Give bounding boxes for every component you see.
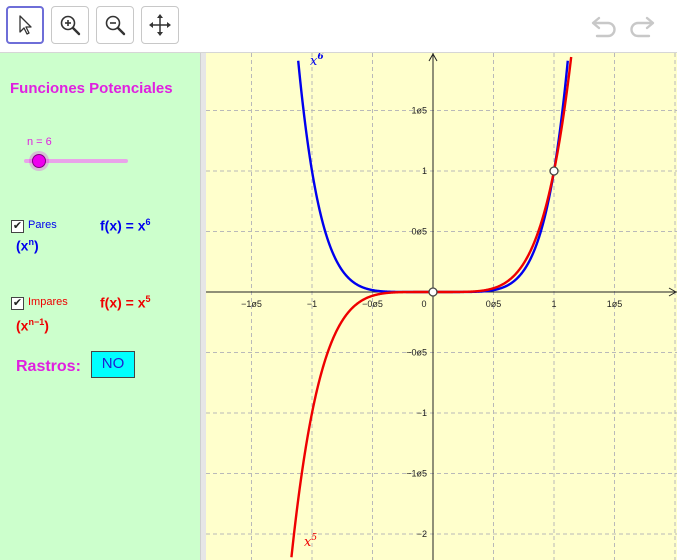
pan-tool-button[interactable]: [141, 6, 179, 44]
x-tick-label: −1ø5: [241, 299, 262, 309]
intersection-point[interactable]: [549, 166, 559, 176]
impares-label: Impares: [28, 296, 68, 308]
x-tick-label: −1: [307, 299, 317, 309]
redo-icon[interactable]: [627, 12, 657, 40]
zoom-out-icon: [105, 15, 126, 36]
cursor-arrow-icon: [19, 15, 32, 35]
x-tick-label: 1: [551, 299, 556, 309]
y-tick-label: 0ø5: [411, 227, 427, 237]
n-slider-thumb[interactable]: [32, 154, 46, 168]
pares-checkbox[interactable]: ✔: [11, 220, 24, 233]
pares-formula: f(x) = x6: [100, 217, 151, 234]
slider-label: n = 6: [27, 136, 52, 148]
y-tick-label: −1: [417, 408, 427, 418]
pares-label: Pares: [28, 219, 57, 231]
zoom-out-tool-button[interactable]: [96, 6, 134, 44]
panel-title: Funciones Potenciales: [10, 80, 173, 97]
rastros-label: Rastros:: [16, 358, 81, 375]
y-tick-label: 1: [422, 166, 427, 176]
toolbar: [0, 0, 677, 53]
impares-formula: f(x) = x5: [100, 294, 151, 311]
y-tick-label: 1ø5: [411, 106, 427, 116]
impares-checkbox[interactable]: ✔: [11, 297, 24, 310]
x-tick-label: 0: [421, 299, 426, 309]
graphics-view[interactable]: −1ø5 −1 −0ø5 0 0ø5 1 1ø5 1ø510ø5−0ø5−1−1ø5−2 x…: [206, 53, 677, 560]
y-tick-label: −1ø5: [406, 469, 427, 479]
y-tick-label: −0ø5: [406, 348, 427, 358]
x-tick-label: 0ø5: [486, 299, 502, 309]
pares-notation: (xn): [16, 237, 39, 254]
move-tool-button[interactable]: [6, 6, 44, 44]
y-tick-label: −2: [417, 529, 427, 539]
zoom-in-icon: [60, 15, 81, 36]
undo-icon[interactable]: [589, 12, 619, 40]
control-panel: Funciones Potenciales n = 6 ✔ Pares (xn)…: [0, 53, 200, 560]
zoom-in-tool-button[interactable]: [51, 6, 89, 44]
impares-notation: (xn−1): [16, 317, 49, 334]
rastros-toggle-button[interactable]: NO: [91, 351, 135, 378]
move-arrows-icon: [149, 14, 171, 36]
x-tick-label: 1ø5: [607, 299, 623, 309]
intersection-point[interactable]: [428, 287, 438, 297]
x-tick-label: −0ø5: [362, 299, 383, 309]
